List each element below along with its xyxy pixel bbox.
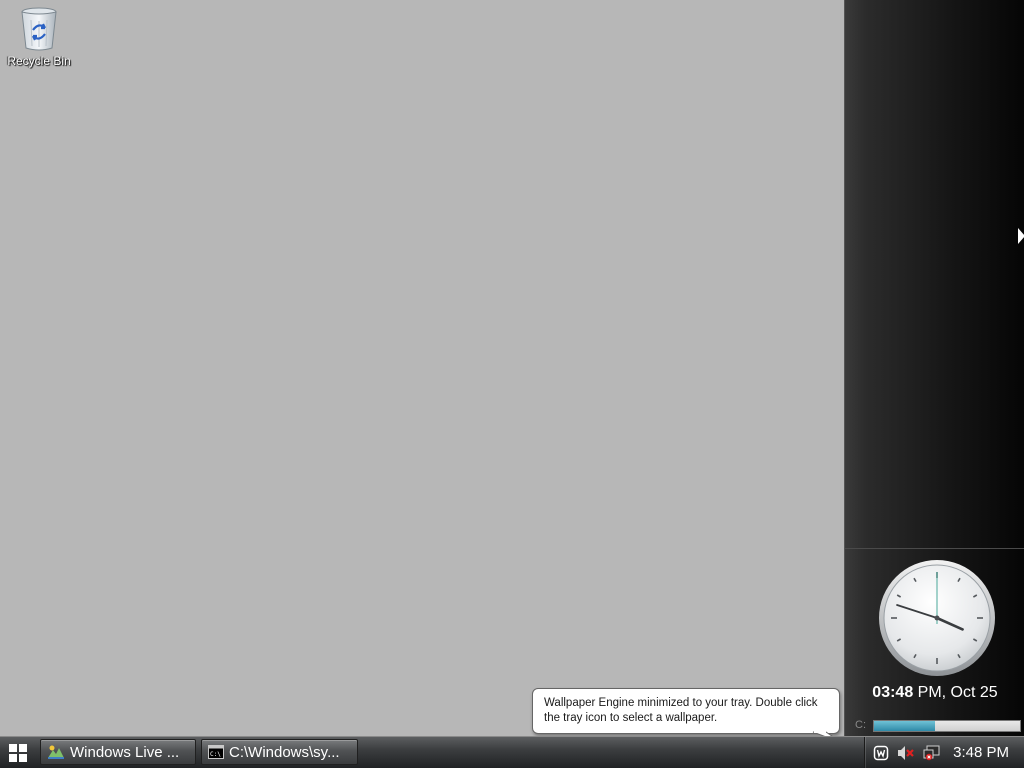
balloon-text-line-1: Wallpaper Engine minimized to your tray.… [544, 697, 818, 709]
desktop-icon-label: Recycle Bin [7, 54, 71, 68]
drive-usage-fill [874, 721, 936, 731]
taskbar-button-command-prompt[interactable]: C:\ C:\Windows\sy... [201, 739, 358, 765]
drive-usage-bar [873, 720, 1021, 732]
clock-gadget[interactable] [877, 558, 997, 678]
svg-text:C:\: C:\ [210, 751, 221, 758]
sidebar-empty-area [845, 0, 1024, 549]
start-button[interactable] [0, 737, 36, 768]
taskbar-button-label: Windows Live ... [70, 743, 180, 761]
tray-item-volume[interactable] [897, 745, 915, 761]
clock-date: PM, Oct 25 [913, 684, 998, 701]
tray-clock[interactable]: 3:48 PM [953, 744, 1009, 761]
taskbar-button-label: C:\Windows\sy... [229, 743, 340, 761]
taskbar: Windows Live ... C:\ C:\Windows\sy... 3:… [0, 736, 1024, 768]
taskbar-button-windows-live[interactable]: Windows Live ... [40, 739, 196, 765]
speaker-muted-icon [898, 745, 914, 760]
recycle-bin-icon [21, 7, 57, 51]
desktop-icon-recycle-bin[interactable]: Recycle Bin [4, 6, 74, 76]
tray-item-network[interactable] [923, 745, 941, 761]
windows-sidebar: 03:48 PM, Oct 25 C: [844, 0, 1024, 736]
drive-meter-gadget[interactable]: C: [855, 718, 1021, 734]
windows-logo-icon [9, 743, 27, 762]
wallpaper-engine-icon [873, 745, 889, 760]
sidebar-chevron-right-icon[interactable] [1018, 228, 1024, 244]
clock-time: 03:48 [872, 684, 914, 701]
windows-live-icon [48, 745, 64, 759]
notification-balloon[interactable]: Wallpaper Engine minimized to your tray.… [532, 688, 840, 734]
network-error-icon [923, 745, 940, 760]
clock-date-text: 03:48 PM, Oct 25 [845, 684, 1024, 702]
balloon-text-line-2: the tray icon to select a wallpaper. [544, 712, 718, 724]
system-tray: 3:48 PM [864, 737, 1024, 768]
drive-label: C: [855, 719, 866, 731]
tray-item-wallpaper-engine[interactable] [873, 745, 889, 761]
command-prompt-icon: C:\ [208, 745, 224, 759]
